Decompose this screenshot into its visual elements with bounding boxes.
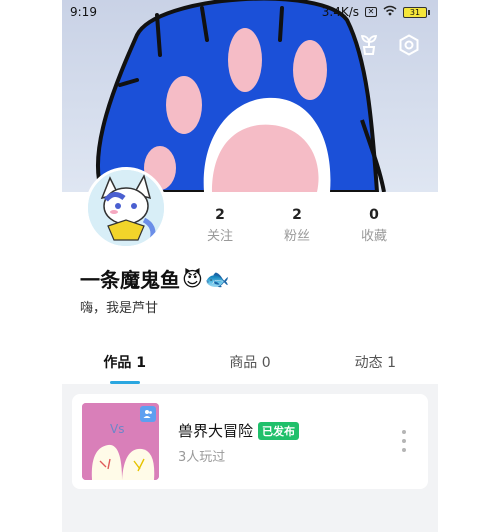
profile-name: 一条魔鬼鱼 😈 🐟 [80,264,230,293]
status-bar: 9:19 3.4K/s ✕ 31 [62,0,438,24]
more-dots-icon [402,430,406,434]
following-label: 关注 [206,229,233,244]
tab-updates-label: 动态 1 [354,355,396,371]
work-thumbnail: Vs [82,403,159,480]
multiplayer-icon [140,406,156,422]
published-badge: 已发布 [258,421,300,440]
followers-stat[interactable]: 2 粉丝 [267,207,327,244]
network-speed: 3.4K/s [321,5,359,19]
work-play-count: 3人玩过 [178,450,226,465]
profile-stats: 2 关注 2 粉丝 0 收藏 [190,207,404,244]
tab-products-label: 商品 0 [229,355,271,371]
plant-icon [360,35,378,55]
settings-button[interactable] [396,32,422,58]
settings-icon [399,34,419,56]
favorites-label: 收藏 [360,229,387,244]
following-count: 2 [215,207,225,223]
tab-updates[interactable]: 动态 1 [313,346,438,384]
profile-screen: 9:19 3.4K/s ✕ 31 2 关注 2 粉丝 0 收藏 一条魔鬼鱼 😈 … [62,0,438,532]
profile-tabs: 作品 1 商品 0 动态 1 [62,346,438,384]
tab-products[interactable]: 商品 0 [187,346,312,384]
tab-works[interactable]: 作品 1 [62,346,187,384]
cover-image [62,0,438,192]
sim-off-icon: ✕ [365,7,377,17]
following-stat[interactable]: 2 关注 [190,207,250,244]
favorites-count: 0 [369,207,379,223]
followers-count: 2 [292,207,302,223]
profile-name-text: 一条魔鬼鱼 [80,268,180,292]
devil-emoji-icon: 😈 [182,266,203,291]
works-list: Vs 兽界大冒险 已发布 3人玩过 [62,384,438,532]
avatar[interactable] [85,167,167,249]
battery-level: 31 [403,6,427,18]
work-card[interactable]: Vs 兽界大冒险 已发布 3人玩过 [72,394,428,489]
more-options-button[interactable] [400,430,408,452]
plant-button[interactable] [356,32,382,58]
work-title: 兽界大冒险 [178,422,254,440]
battery-icon: 31 [403,6,430,18]
favorites-stat[interactable]: 0 收藏 [344,207,404,244]
followers-label: 粉丝 [283,229,310,244]
work-title-row: 兽界大冒险 已发布 [178,420,300,441]
right-margin [438,0,500,532]
wifi-icon [383,5,397,19]
left-margin [0,0,62,532]
fish-emoji-icon: 🐟 [204,266,230,291]
status-time: 9:19 [70,5,97,19]
svg-text:Vs: Vs [110,422,124,436]
tab-works-label: 作品 1 [103,355,146,371]
profile-bio: 嗨，我是芦甘 [80,301,159,316]
